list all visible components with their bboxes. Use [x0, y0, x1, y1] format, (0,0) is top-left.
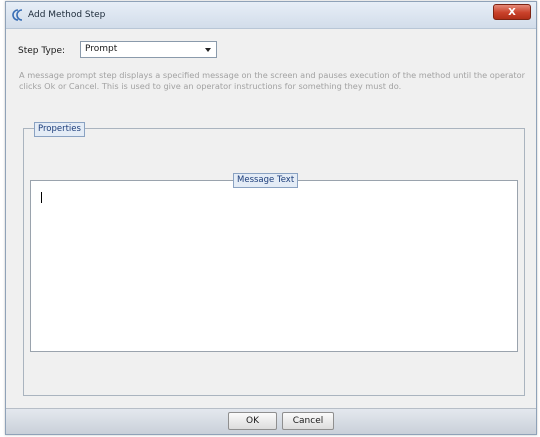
message-text-input[interactable]: Message Text: [30, 173, 518, 352]
title-bar[interactable]: Add Method Step X: [6, 2, 536, 29]
message-text-label: Message Text: [233, 173, 299, 188]
properties-label: Properties: [34, 122, 85, 137]
step-description: A message prompt step displays a specifi…: [19, 70, 526, 91]
close-button[interactable]: X: [493, 4, 531, 20]
step-type-value: Prompt: [85, 44, 118, 54]
cancel-button[interactable]: Cancel: [282, 412, 334, 430]
ok-button[interactable]: OK: [228, 412, 277, 430]
text-caret: [41, 192, 42, 203]
window-title: Add Method Step: [28, 10, 106, 20]
dialog-content: Step Type: Prompt A message prompt step …: [6, 29, 536, 413]
step-type-label: Step Type:: [18, 46, 66, 56]
chevron-down-icon: [205, 48, 211, 52]
add-method-step-dialog: Add Method Step X Step Type: Prompt A me…: [5, 1, 537, 435]
step-type-dropdown[interactable]: Prompt: [80, 41, 217, 58]
app-logo-icon: [12, 9, 23, 21]
button-bar: OK Cancel: [6, 408, 536, 434]
